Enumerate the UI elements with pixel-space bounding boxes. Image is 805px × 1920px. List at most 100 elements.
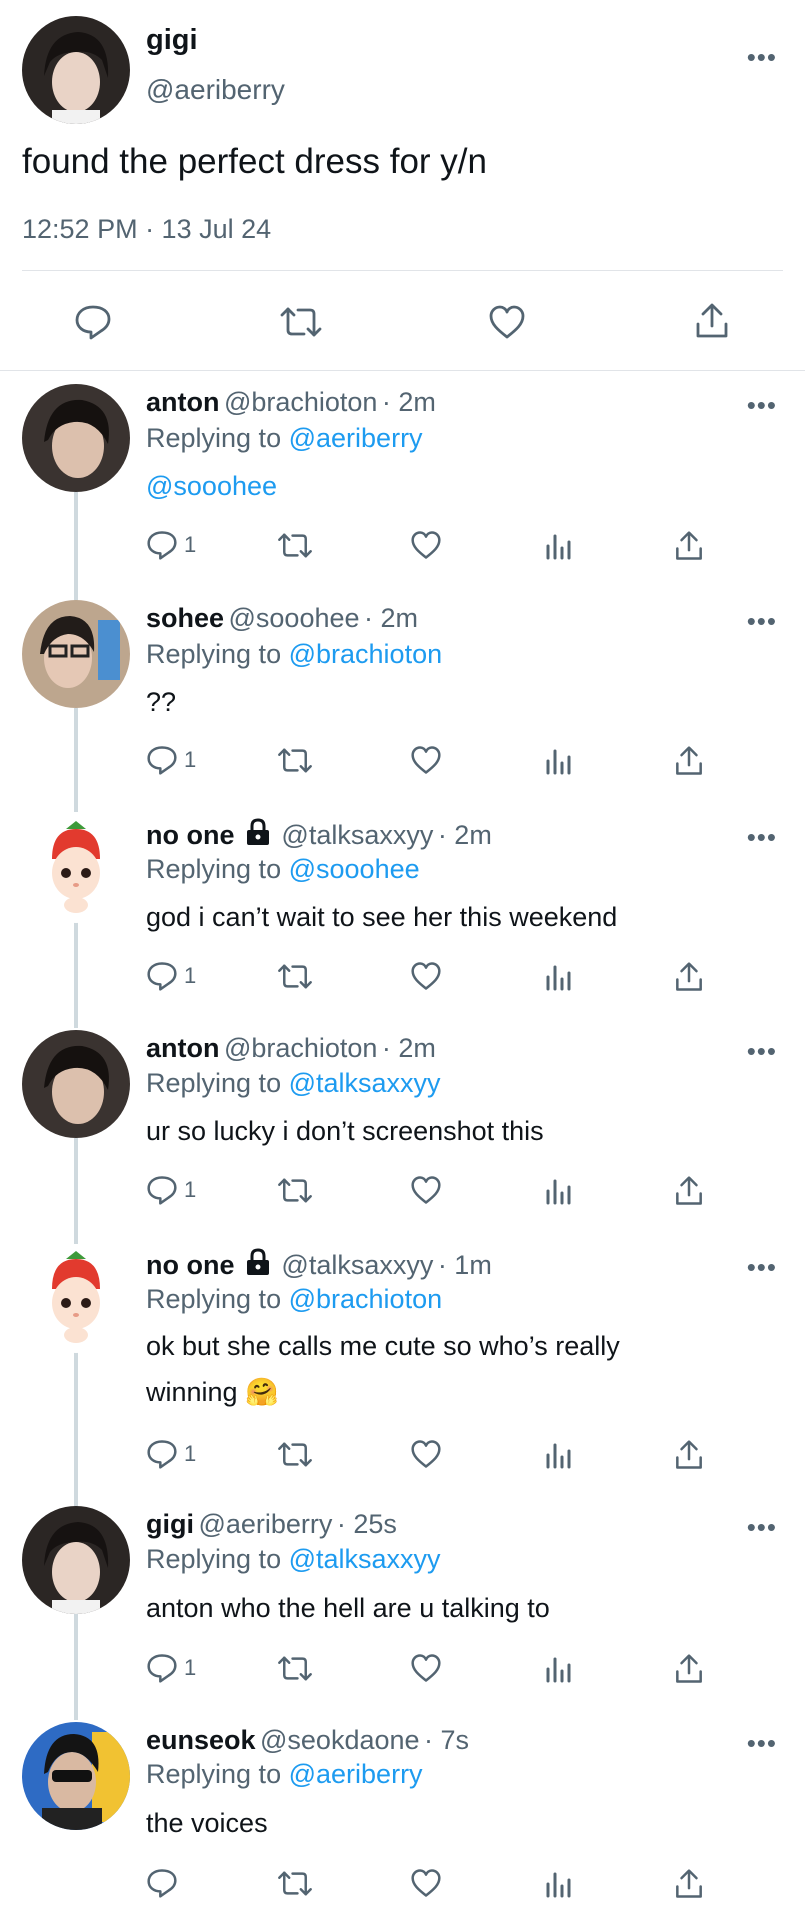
- reply-age: · 25s: [336, 1509, 397, 1539]
- reply-author-name[interactable]: anton: [146, 1033, 220, 1063]
- analytics-button[interactable]: [544, 963, 572, 991]
- like-button[interactable]: [410, 1653, 442, 1683]
- reply-button[interactable]: 1: [146, 961, 196, 991]
- reply-author-handle[interactable]: @talksaxxyy: [281, 1250, 433, 1280]
- heart-icon: [411, 1176, 441, 1204]
- reply-text: god i can’t wait to see her this weekend: [146, 902, 618, 932]
- more-options-icon[interactable]: •••: [747, 1514, 777, 1540]
- retweet-icon: [278, 533, 312, 558]
- heart-icon: [489, 305, 525, 339]
- reply-author-name[interactable]: eunseok: [146, 1725, 256, 1755]
- like-button[interactable]: [410, 1868, 442, 1898]
- retweet-button[interactable]: [276, 1655, 314, 1682]
- replying-to-link[interactable]: @aeriberry: [289, 423, 423, 453]
- share-button[interactable]: [674, 1175, 704, 1207]
- like-button[interactable]: [410, 530, 442, 560]
- retweet-icon: [278, 1178, 312, 1203]
- avatar-no-one[interactable]: [22, 815, 130, 923]
- share-button[interactable]: [674, 1439, 704, 1471]
- replying-to-link[interactable]: @sooohee: [289, 854, 420, 884]
- analytics-button[interactable]: [544, 1177, 572, 1205]
- share-button[interactable]: [674, 1653, 704, 1685]
- share-button[interactable]: [674, 745, 704, 777]
- reply-author-handle[interactable]: @seokdaone: [260, 1725, 420, 1755]
- more-options-icon[interactable]: •••: [747, 1254, 777, 1280]
- share-button[interactable]: [674, 530, 704, 562]
- share-icon: [676, 1440, 702, 1469]
- avatar-no-one[interactable]: [22, 1245, 130, 1353]
- like-button[interactable]: [410, 1175, 442, 1205]
- retweet-button[interactable]: [278, 306, 324, 338]
- share-icon: [676, 1869, 702, 1898]
- reply-author-handle[interactable]: @brachioton: [224, 1033, 378, 1063]
- heart-icon: [411, 962, 441, 990]
- avatar-anton[interactable]: [22, 384, 130, 492]
- more-options-icon[interactable]: •••: [747, 1038, 777, 1064]
- reply-button[interactable]: 1: [146, 1653, 196, 1683]
- avatar-gigi[interactable]: [22, 1506, 130, 1614]
- like-button[interactable]: [410, 961, 442, 991]
- replying-to-link[interactable]: @brachioton: [289, 1284, 443, 1314]
- reply-author-name[interactable]: no one: [146, 820, 235, 850]
- reply-author-name[interactable]: sohee: [146, 603, 224, 633]
- reply-author-handle[interactable]: @brachioton: [224, 387, 378, 417]
- like-button[interactable]: [488, 304, 526, 340]
- avatar-eunseok[interactable]: [22, 1722, 130, 1830]
- replying-to-link[interactable]: @talksaxxyy: [289, 1068, 441, 1098]
- reply-author-handle[interactable]: @sooohee: [229, 603, 360, 633]
- main-author-handle[interactable]: @aeriberry: [146, 74, 285, 106]
- retweet-button[interactable]: [276, 963, 314, 990]
- analytics-button[interactable]: [544, 1441, 572, 1469]
- reply-text: anton who the hell are u talking to: [146, 1593, 550, 1623]
- replying-to-link[interactable]: @talksaxxyy: [289, 1544, 441, 1574]
- avatar-gigi[interactable]: [22, 16, 130, 124]
- analytics-button[interactable]: [544, 1870, 572, 1898]
- reply-text: the voices: [146, 1808, 268, 1838]
- share-button[interactable]: [694, 302, 730, 340]
- retweet-button[interactable]: [276, 1177, 314, 1204]
- reply-author-handle[interactable]: @talksaxxyy: [281, 820, 433, 850]
- reply-button[interactable]: [74, 304, 112, 340]
- reply-author-name[interactable]: anton: [146, 387, 220, 417]
- heart-icon: [411, 531, 441, 559]
- share-button[interactable]: [674, 1868, 704, 1900]
- reply-author-name[interactable]: gigi: [146, 1509, 194, 1539]
- more-options-icon[interactable]: •••: [747, 824, 777, 850]
- reply-button[interactable]: [146, 1868, 178, 1898]
- reply-button[interactable]: 1: [146, 530, 196, 560]
- like-button[interactable]: [410, 745, 442, 775]
- section-divider: [0, 370, 805, 371]
- retweet-button[interactable]: [276, 532, 314, 559]
- avatar-anton[interactable]: [22, 1030, 130, 1138]
- heart-icon: [411, 1440, 441, 1468]
- reply-button[interactable]: 1: [146, 1175, 196, 1205]
- reply-author-name[interactable]: no one: [146, 1250, 235, 1280]
- retweet-button[interactable]: [276, 747, 314, 774]
- like-button[interactable]: [410, 1439, 442, 1469]
- reply-author-handle[interactable]: @aeriberry: [198, 1509, 332, 1539]
- avatar-sohee[interactable]: [22, 600, 130, 708]
- reply-text[interactable]: @sooohee: [146, 463, 745, 509]
- reply-button[interactable]: 1: [146, 1439, 196, 1469]
- replying-to-link[interactable]: @brachioton: [289, 639, 443, 669]
- reply-button[interactable]: 1: [146, 745, 196, 775]
- more-options-icon[interactable]: •••: [747, 1730, 777, 1756]
- retweet-button[interactable]: [276, 1441, 314, 1468]
- analytics-icon: [546, 749, 571, 775]
- analytics-button[interactable]: [544, 532, 572, 560]
- share-button[interactable]: [674, 961, 704, 993]
- thread-line: [74, 1614, 78, 1720]
- more-options-icon[interactable]: •••: [747, 44, 777, 70]
- replying-to-link[interactable]: @aeriberry: [289, 1759, 423, 1789]
- analytics-button[interactable]: [544, 747, 572, 775]
- more-options-icon[interactable]: •••: [747, 392, 777, 418]
- main-tweet-timestamp[interactable]: 12:52 PM · 13 Jul 24: [22, 214, 271, 245]
- analytics-button[interactable]: [544, 1655, 572, 1683]
- more-options-icon[interactable]: •••: [747, 608, 777, 634]
- main-author-name[interactable]: gigi: [146, 24, 198, 57]
- heart-icon: [411, 1654, 441, 1682]
- retweet-icon: [278, 1871, 312, 1896]
- reply-count: 1: [184, 963, 197, 988]
- retweet-button[interactable]: [276, 1870, 314, 1897]
- reply-text: ??: [146, 687, 177, 717]
